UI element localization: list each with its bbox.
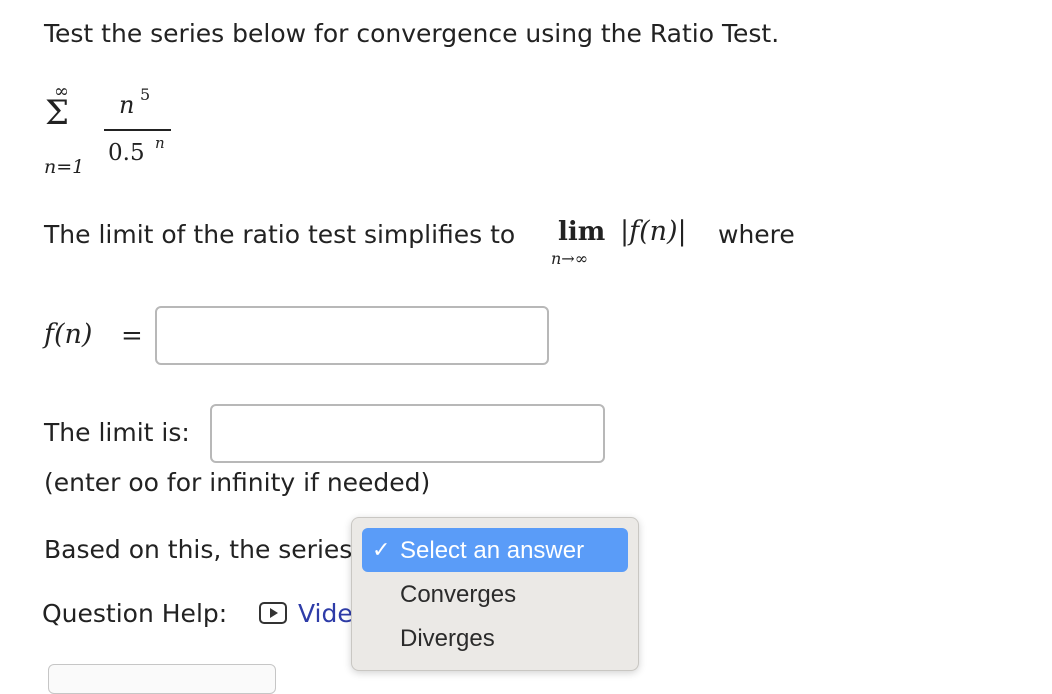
- question-help-label: Question Help:: [42, 599, 228, 628]
- lim-subscript: n→∞: [551, 249, 589, 268]
- equals-sign: =: [121, 321, 143, 351]
- limit-input[interactable]: [210, 404, 605, 463]
- numerator-base: n: [119, 91, 135, 119]
- fraction-bar: [104, 129, 171, 131]
- answer-dropdown-menu[interactable]: ✓ Select an answer Converges Diverges: [351, 517, 639, 671]
- sigma-symbol: Σ: [45, 93, 70, 133]
- limit-hint: (enter oo for infinity if needed): [44, 468, 431, 497]
- lim-operator: lim: [558, 217, 606, 247]
- series-lower-limit: n=1: [44, 156, 85, 178]
- video-play-icon[interactable]: [258, 600, 288, 626]
- numerator-exponent: 5: [140, 85, 151, 104]
- abs-f-expression: |f(n)|: [620, 216, 687, 247]
- series-expression: ∞ Σ n=1 n 5 0.5 n: [40, 80, 180, 180]
- limit-sentence-start: The limit of the ratio test simplifies t…: [44, 220, 516, 249]
- conclusion-text: Based on this, the series: [44, 535, 353, 564]
- dropdown-option-diverges[interactable]: Diverges: [400, 627, 495, 651]
- denominator-exponent: n: [155, 134, 165, 152]
- question-prompt: Test the series below for convergence us…: [44, 19, 780, 48]
- limit-sentence-end: where: [718, 220, 795, 249]
- denominator-base: 0.5: [108, 140, 145, 166]
- f-of-n-input[interactable]: [155, 306, 549, 365]
- limit-label: The limit is:: [44, 418, 190, 447]
- dropdown-option-converges[interactable]: Converges: [400, 583, 516, 607]
- submit-button[interactable]: [48, 664, 276, 694]
- check-icon: ✓: [372, 537, 391, 562]
- f-of-n-label: f(n): [44, 319, 93, 350]
- dropdown-option-select-an-answer[interactable]: Select an answer: [400, 539, 584, 563]
